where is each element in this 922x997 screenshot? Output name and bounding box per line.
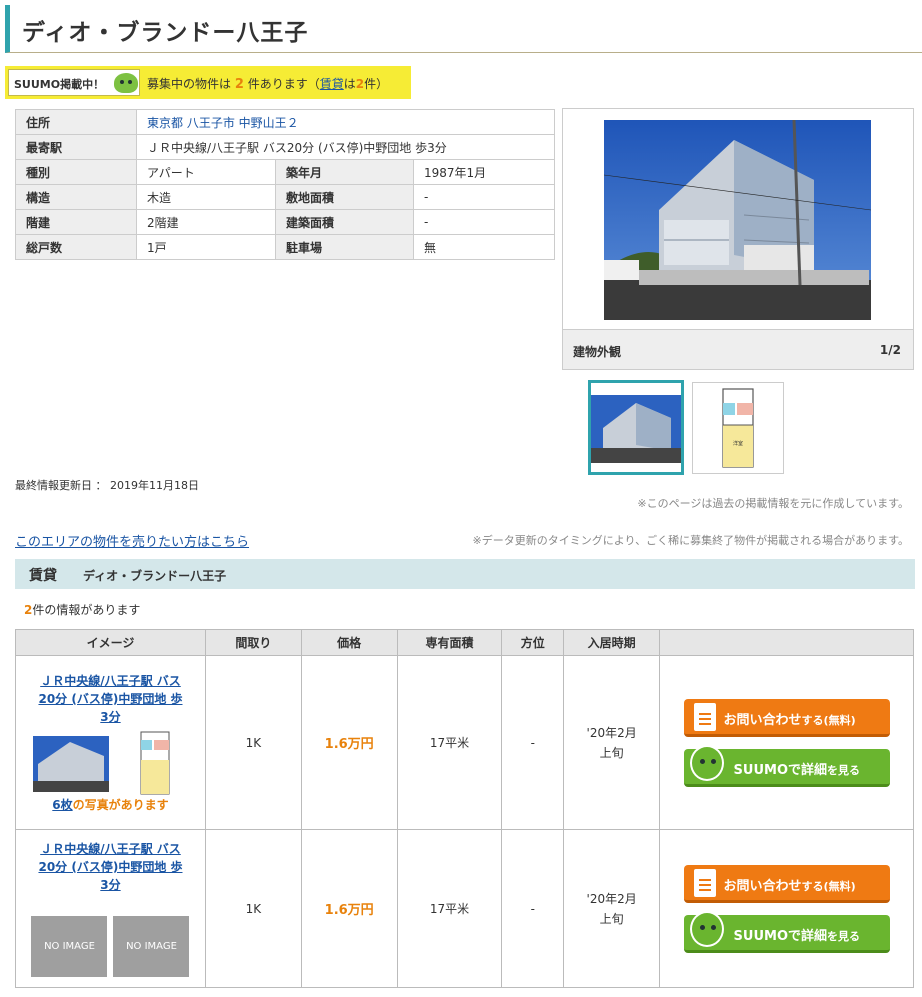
rent-section-name: ディオ・ブランドー八王子 [83, 569, 227, 583]
image-cell: ＪＲ中央線/八王子駅 バス20分 (バス停)中野団地 歩3分 6枚の写真がありま… [15, 655, 206, 830]
built-label: 築年月 [275, 159, 414, 185]
price-value: 1.6万円 [324, 903, 374, 918]
listing-count: 2 [234, 77, 244, 92]
col-image: イメージ [15, 629, 206, 656]
no-image-2: NO IMAGE [113, 916, 190, 977]
suumo-detail-button[interactable]: SUUMOで詳細を見る [683, 910, 890, 953]
rent-count-text: 2件の情報があります [24, 603, 141, 617]
station-label: 最寄駅 [15, 134, 137, 160]
building-area-value: - [413, 209, 555, 235]
no-image-1: NO IMAGE [31, 916, 108, 977]
site-area-label: 敷地面積 [275, 184, 414, 210]
photos-count-link[interactable]: 6枚 [52, 798, 72, 812]
past-info-note: ※このページは過去の掲載情報を元に作成しています。 [637, 497, 909, 510]
image-cell: ＪＲ中央線/八王子駅 バス20分 (バス停)中野団地 歩3分 NO IMAGE N… [15, 829, 206, 988]
layout-cell: 1K [204, 655, 302, 830]
type-label: 種別 [15, 159, 137, 185]
last-updated: 最終情報更新日 ： 2019年11月18日 [15, 479, 199, 492]
building-exterior-photo[interactable] [604, 120, 871, 320]
area-cell: 17平米 [396, 655, 503, 830]
area-cell: 17平米 [396, 829, 503, 988]
address-value: 東京都 八王子市 中野山王２ [136, 109, 555, 135]
col-move-in: 入居時期 [563, 629, 661, 656]
inquiry-button[interactable]: お問い合わせする(無料) [683, 864, 890, 903]
col-layout: 間取り [204, 629, 302, 656]
page-title: ディオ・ブランドー八王子 [22, 20, 309, 46]
building-area-label: 建築面積 [275, 209, 414, 235]
price-cell: 1.6万円 [300, 829, 398, 988]
suumo-tag: SUUMO掲載中！ [8, 69, 140, 96]
property-info-table: 住所 東京都 八王子市 中野山王２ 最寄駅 ＪＲ中央線/八王子駅 バス20分 (… [15, 109, 555, 260]
document-icon [693, 702, 716, 731]
site-area-value: - [413, 184, 555, 210]
structure-label: 構造 [15, 184, 137, 210]
parking-label: 駐車場 [275, 234, 414, 260]
photo-viewer: 建物外観 1/2 [562, 108, 914, 370]
suumo-banner: SUUMO掲載中！ 募集中の物件は 2 件あります（賃貸は2件） [5, 66, 411, 99]
photo-caption: 建物外観 [573, 345, 622, 359]
thumbnail-floorplan[interactable]: 洋室 [692, 382, 784, 474]
price-value: 1.6万円 [324, 737, 374, 752]
suumo-tag-label: SUUMO掲載中！ [14, 78, 105, 91]
suumo-detail-button[interactable]: SUUMOで詳細を見る [683, 744, 890, 787]
units-value: 1戸 [136, 234, 276, 260]
col-actions [659, 629, 914, 656]
listing-photos [16, 726, 205, 796]
station-value: ＪＲ中央線/八王子駅 バス20分 (バス停)中野団地 歩3分 [136, 134, 555, 160]
type-value: アパート [136, 159, 276, 185]
thumbnail-exterior[interactable] [588, 380, 684, 475]
direction-cell: - [501, 655, 565, 830]
timing-note: ※データ更新のタイミングにより、ごく稀に募集終了物件が掲載される場合があります。 [472, 534, 909, 547]
rent-listing-table: イメージ 間取り 価格 専有面積 方位 入居時期 ＪＲ中央線/八王子駅 バス20… [15, 629, 914, 988]
listing-station-link[interactable]: ＪＲ中央線/八王子駅 バス20分 (バス停)中野団地 歩3分 [35, 840, 185, 894]
rent-count: 2 [355, 77, 365, 91]
col-price: 価格 [300, 629, 398, 656]
col-area: 専有面積 [396, 629, 503, 656]
suumo-message: 募集中の物件は 2 件あります（賃貸は2件） [147, 77, 389, 92]
table-row: ＪＲ中央線/八王子駅 バス20分 (バス停)中野団地 歩3分 6枚の写真がありま… [15, 655, 914, 830]
floors-value: 2階建 [136, 209, 276, 235]
document-icon [693, 868, 716, 897]
structure-value: 木造 [136, 184, 276, 210]
price-cell: 1.6万円 [300, 655, 398, 830]
rent-link[interactable]: 賃貸 [320, 77, 344, 91]
direction-cell: - [501, 829, 565, 988]
built-value: 1987年1月 [413, 159, 555, 185]
inquiry-button[interactable]: お問い合わせする(無料) [683, 698, 890, 737]
units-label: 総戸数 [15, 234, 137, 260]
layout-cell: 1K [204, 829, 302, 988]
actions-cell: お問い合わせする(無料) SUUMOで詳細を見る [659, 829, 914, 988]
address-link[interactable]: 東京都 八王子市 中野山王２ [147, 116, 299, 130]
no-image-placeholders: NO IMAGE NO IMAGE [16, 916, 205, 977]
address-label: 住所 [15, 109, 137, 135]
svg-text:洋室: 洋室 [733, 440, 743, 447]
table-row: ＪＲ中央線/八王子駅 バス20分 (バス停)中野団地 歩3分 NO IMAGE N… [15, 829, 914, 988]
move-in-cell: '20年2月 上旬 [563, 829, 661, 988]
suumo-mascot-icon [114, 73, 138, 93]
rent-section-header: 賃貸 ディオ・ブランドー八王子 [15, 559, 915, 589]
photo-caption-bar: 建物外観 1/2 [563, 329, 913, 369]
sell-property-link[interactable]: このエリアの物件を売りたい方はこちら [15, 531, 249, 550]
suumo-mascot-icon [689, 744, 724, 781]
listing-station-link[interactable]: ＪＲ中央線/八王子駅 バス20分 (バス停)中野団地 歩3分 [35, 672, 185, 726]
photos-count: 6枚の写真があります [52, 798, 169, 812]
page-title-bar: ディオ・ブランドー八王子 [5, 5, 922, 53]
floors-label: 階建 [15, 209, 137, 235]
move-in-cell: '20年2月 上旬 [563, 655, 661, 830]
parking-value: 無 [413, 234, 555, 260]
suumo-mascot-icon [689, 910, 724, 947]
col-direction: 方位 [501, 629, 565, 656]
rent-section-label: 賃貸 [29, 568, 57, 584]
actions-cell: お問い合わせする(無料) SUUMOで詳細を見る [659, 655, 914, 830]
photo-pager: 1/2 [879, 343, 901, 357]
